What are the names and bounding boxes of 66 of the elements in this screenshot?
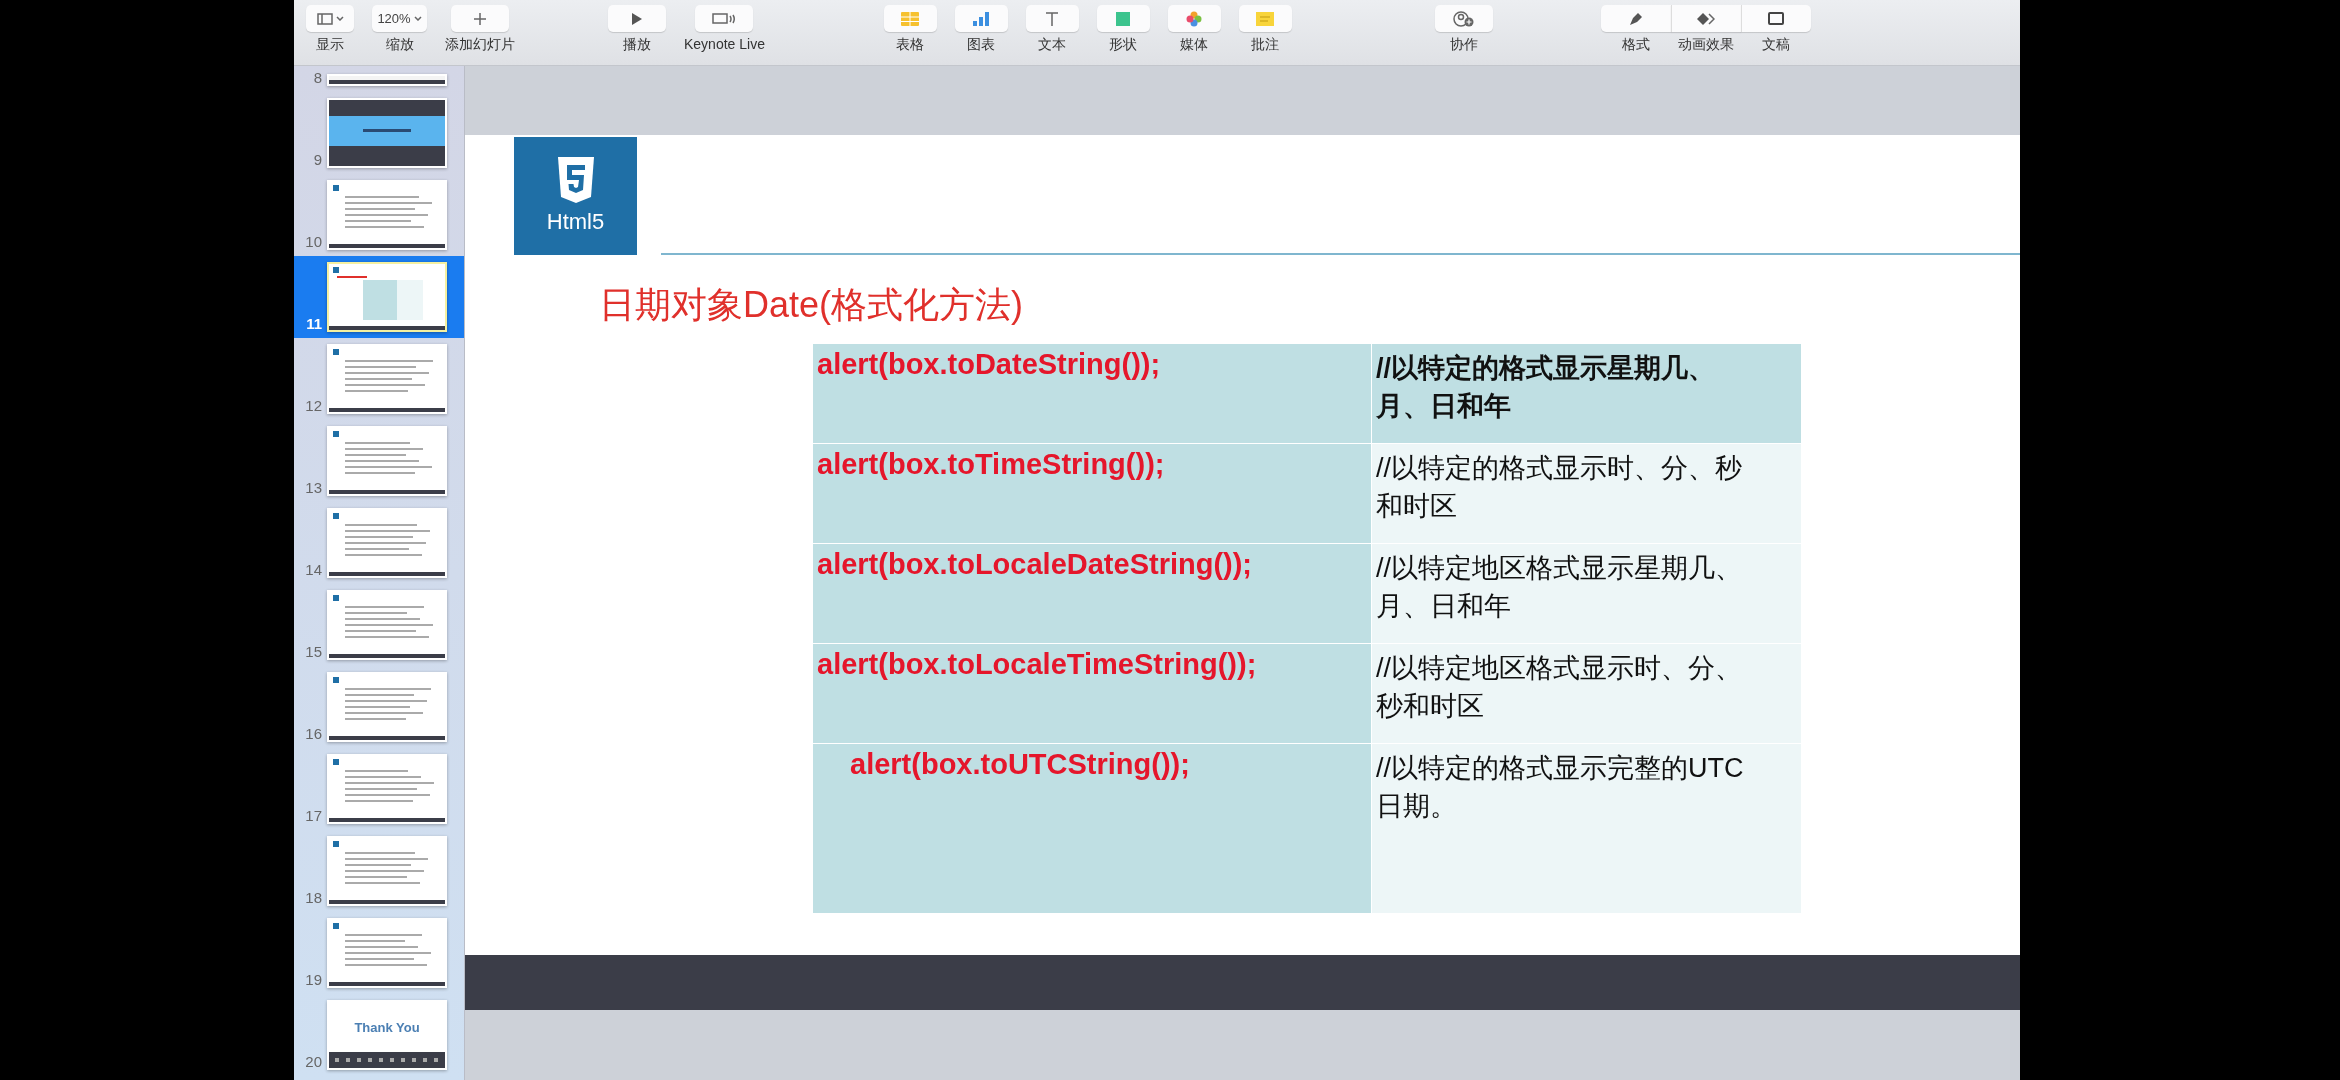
toolbar-label: 形状: [1109, 36, 1138, 54]
slide-number: 17: [304, 807, 322, 824]
logo-caption: Html5: [546, 209, 605, 235]
toolbar-label: 格式: [1621, 36, 1650, 54]
slide-title: 日期对象Date(格式化方法): [599, 283, 1025, 327]
slide-number: 19: [304, 971, 322, 988]
sidebar-layout-icon: [316, 12, 333, 25]
toolbar-label: 媒体: [1180, 36, 1209, 54]
slide-number: 16: [304, 725, 322, 742]
bar-chart-icon: [972, 11, 991, 26]
slide-number: 12: [304, 397, 322, 414]
toolbar-button[interactable]: [608, 5, 666, 32]
slide-number: 9: [312, 151, 322, 168]
table-icon: [901, 11, 920, 26]
comment-cell: //以特定的格式显示星期几、月、日和年: [1371, 344, 1801, 444]
toolbar-label: 动画效果: [1677, 36, 1734, 54]
toolbar-button[interactable]: [1434, 5, 1493, 32]
code-cell: alert(box.toUTCString());: [813, 744, 1371, 914]
comment-cell: //以特定的格式显示时、分、秒和时区: [1371, 444, 1801, 544]
toolbar-button[interactable]: [1740, 5, 1811, 32]
square-shape-icon: [1116, 11, 1131, 26]
toolbar-label: 图表: [967, 36, 996, 54]
plus-icon: [474, 12, 486, 25]
slide-number: 15: [304, 643, 322, 660]
screen-broadcast-icon: [712, 12, 737, 25]
slide-number: 10: [304, 233, 322, 250]
toolbar-button[interactable]: 120%: [372, 5, 427, 32]
toolbar-label: 播放: [623, 36, 651, 54]
code-cell: alert(box.toLocaleDateString());: [813, 544, 1371, 644]
toolbar-label: 显示: [316, 36, 344, 54]
toolbar-label: 协作: [1449, 36, 1478, 54]
photos-flower-icon: [1186, 10, 1203, 27]
code-cell: alert(box.toDateString());: [813, 344, 1371, 444]
toolbar-label: 文本: [1038, 36, 1067, 54]
slide-number: 20: [304, 1053, 322, 1070]
comment-cell: //以特定地区格式显示时、分、秒和时区: [1371, 644, 1801, 744]
slide-number: 18: [304, 889, 322, 906]
toolbar-label: 文稿: [1761, 36, 1790, 54]
thumbnail-title: Thank You: [353, 1018, 421, 1037]
caret-icon: [335, 16, 344, 21]
toolbar-label: 缩放: [385, 36, 414, 54]
sticky-note-icon: [1256, 11, 1275, 26]
slide-list-item[interactable]: 8: [294, 66, 464, 92]
toolbar-button[interactable]: [1670, 5, 1741, 32]
slide-number: 8: [312, 69, 322, 86]
slide-number: 11: [305, 315, 322, 332]
toolbar-label: 添加幻灯片: [445, 36, 515, 54]
toolbar-label: Keynote Live: [684, 36, 765, 52]
code-cell: alert(box.toLocaleTimeString());: [813, 644, 1371, 744]
play-icon: [631, 12, 643, 25]
html5-shield-icon: [555, 157, 596, 203]
slide-list-item[interactable]: 11: [294, 256, 464, 338]
paintbrush-icon: [1628, 11, 1643, 26]
comment-cell: //以特定的格式显示完整的UTC 日期。: [1371, 744, 1801, 914]
slide-number: 14: [304, 561, 322, 578]
toolbar-label: 批注: [1251, 36, 1280, 54]
diamond-icon: [1697, 11, 1716, 26]
person-add-icon: [1452, 10, 1475, 27]
toolbar-label: 表格: [896, 36, 925, 54]
text-icon: [1045, 11, 1060, 26]
code-cell: alert(box.toTimeString());: [813, 444, 1371, 544]
comment-cell: //以特定地区格式显示星期几、月、日和年: [1371, 544, 1801, 644]
toolbar-button[interactable]: [1600, 5, 1671, 32]
document-panel-icon: [1768, 12, 1785, 25]
caret-icon: [413, 16, 422, 21]
slide-number: 13: [304, 479, 322, 496]
